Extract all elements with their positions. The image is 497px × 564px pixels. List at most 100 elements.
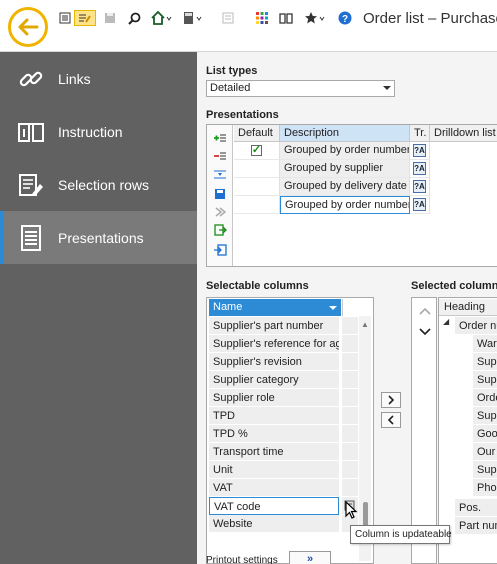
forward-icon[interactable] (212, 205, 228, 219)
column-header-default[interactable]: Default (234, 125, 280, 142)
translate-icon: ?A (413, 162, 426, 175)
default-cell[interactable] (234, 178, 280, 196)
flag-cell[interactable] (342, 461, 358, 479)
back-arrow-icon (18, 18, 39, 36)
flag-cell[interactable] (342, 425, 358, 443)
add-column-button[interactable] (381, 392, 401, 408)
table-row[interactable]: Grouped by delivery date ?A (234, 178, 497, 196)
tree-item[interactable]: Our r (473, 443, 497, 461)
flag-cell[interactable] (342, 317, 358, 335)
list-item[interactable]: Supplier's reference for agr... (209, 335, 339, 353)
table-row[interactable]: ✓ Grouped by order number ?A (234, 142, 497, 160)
apps-grid-icon[interactable] (254, 10, 270, 26)
flag-column-header[interactable] (342, 299, 358, 316)
translate-icon: ?A (413, 198, 426, 211)
tooltip: Column is updateable (350, 525, 452, 544)
book-icon[interactable] (278, 10, 294, 26)
move-down-icon[interactable] (419, 325, 431, 339)
flag-cell[interactable] (342, 407, 358, 425)
home-icon[interactable] (150, 10, 174, 26)
list-icon[interactable] (57, 10, 73, 26)
export-icon[interactable] (212, 223, 228, 237)
save-icon[interactable] (102, 10, 118, 26)
default-cell[interactable] (234, 160, 280, 178)
add-row-icon[interactable] (212, 131, 228, 145)
tree-item[interactable]: Pos. (455, 499, 497, 517)
checkbox-checked-icon[interactable]: ✓ (251, 145, 262, 156)
translate-cell[interactable]: ?A (410, 178, 430, 196)
heading-column-header[interactable]: Heading (439, 299, 497, 316)
list-item[interactable]: Supplier's revision (209, 353, 339, 371)
name-column-header[interactable]: Name (209, 299, 341, 316)
selected-list-item[interactable]: VAT code (209, 497, 339, 515)
list-item[interactable]: Transport time (209, 443, 339, 461)
description-cell[interactable]: Grouped by delivery date (280, 178, 410, 196)
list-item[interactable]: Unit (209, 461, 339, 479)
flag-cell[interactable] (342, 479, 358, 497)
copy-icon[interactable] (220, 10, 236, 26)
presentations-toolbar (207, 125, 233, 266)
nav-item-instruction[interactable]: Instruction (0, 105, 197, 158)
help-icon[interactable]: ? (337, 10, 353, 26)
column-header-drilldown[interactable]: Drilldown list typ (430, 125, 497, 142)
back-button[interactable] (8, 7, 48, 47)
window-title: Order list – Purchase (363, 10, 497, 27)
scroll-up-icon[interactable]: ▲ (361, 320, 369, 329)
move-row-icon[interactable] (212, 167, 228, 181)
delete-row-icon[interactable] (212, 149, 228, 163)
table-row[interactable]: Grouped by supplier ?A (234, 160, 497, 178)
selected-columns-order-bar (411, 297, 437, 564)
list-item[interactable]: TPD (209, 407, 339, 425)
translate-cell[interactable]: ?A (410, 142, 430, 160)
list-item[interactable]: Website (209, 515, 339, 533)
remove-column-button[interactable] (381, 412, 401, 428)
description-cell[interactable]: Grouped by supplier (280, 160, 410, 178)
calculator-icon[interactable] (181, 10, 205, 26)
flag-cell[interactable] (342, 371, 358, 389)
tree-item[interactable]: Ware (473, 335, 497, 353)
tree-item[interactable]: Supp (473, 461, 497, 479)
printout-settings-button[interactable]: » (289, 551, 331, 564)
favorite-star-icon[interactable] (303, 10, 327, 26)
list-item[interactable]: Supplier's part number (209, 317, 339, 335)
tree-item[interactable]: Good (473, 425, 497, 443)
save-presentation-icon[interactable] (212, 187, 228, 201)
default-cell[interactable]: ✓ (234, 142, 280, 160)
nav-item-selection-rows[interactable]: Selection rows (0, 158, 197, 211)
list-item[interactable]: Supplier role (209, 389, 339, 407)
search-icon[interactable] (126, 10, 142, 26)
tree-item[interactable]: Supp (473, 371, 497, 389)
list-item[interactable]: TPD % (209, 425, 339, 443)
tree-item[interactable]: Supp (473, 353, 497, 371)
flag-cell[interactable] (342, 335, 358, 353)
flag-cell[interactable] (342, 443, 358, 461)
tree-item[interactable]: Supp (473, 407, 497, 425)
list-types-select[interactable]: Detailed (206, 80, 395, 97)
translate-cell[interactable]: ?A (410, 160, 430, 178)
move-up-icon[interactable] (419, 304, 431, 318)
tree-item[interactable]: Phon (473, 479, 497, 497)
tree-item[interactable]: Order nu (455, 317, 497, 335)
flag-cell[interactable] (342, 353, 358, 371)
list-item[interactable]: Supplier category (209, 371, 339, 389)
default-cell[interactable] (234, 196, 280, 214)
list-item[interactable]: VAT (209, 479, 339, 497)
tree-item[interactable]: Orde (473, 389, 497, 407)
nav-item-presentations[interactable]: Presentations (0, 211, 197, 264)
column-header-description[interactable]: Description (280, 125, 410, 142)
import-icon[interactable] (212, 243, 228, 257)
book-icon (16, 117, 46, 147)
nav-item-label: Selection rows (58, 176, 150, 193)
edit-list-icon[interactable] (74, 10, 96, 26)
chevron-down-icon (383, 86, 391, 90)
column-header-tr[interactable]: Tr. (410, 125, 430, 142)
description-cell[interactable]: Grouped by order number (280, 142, 410, 160)
tree-item[interactable]: Part num (455, 517, 497, 535)
printout-settings-label: Printout settings (206, 555, 278, 564)
expand-triangle-icon[interactable]: ◢ (443, 317, 449, 326)
nav-item-links[interactable]: Links (0, 52, 197, 105)
table-row[interactable]: Grouped by order number ! ?A (234, 196, 497, 214)
description-edit-cell[interactable]: Grouped by order number ! (280, 196, 410, 214)
flag-cell[interactable] (342, 389, 358, 407)
translate-cell[interactable]: ?A (410, 196, 430, 214)
